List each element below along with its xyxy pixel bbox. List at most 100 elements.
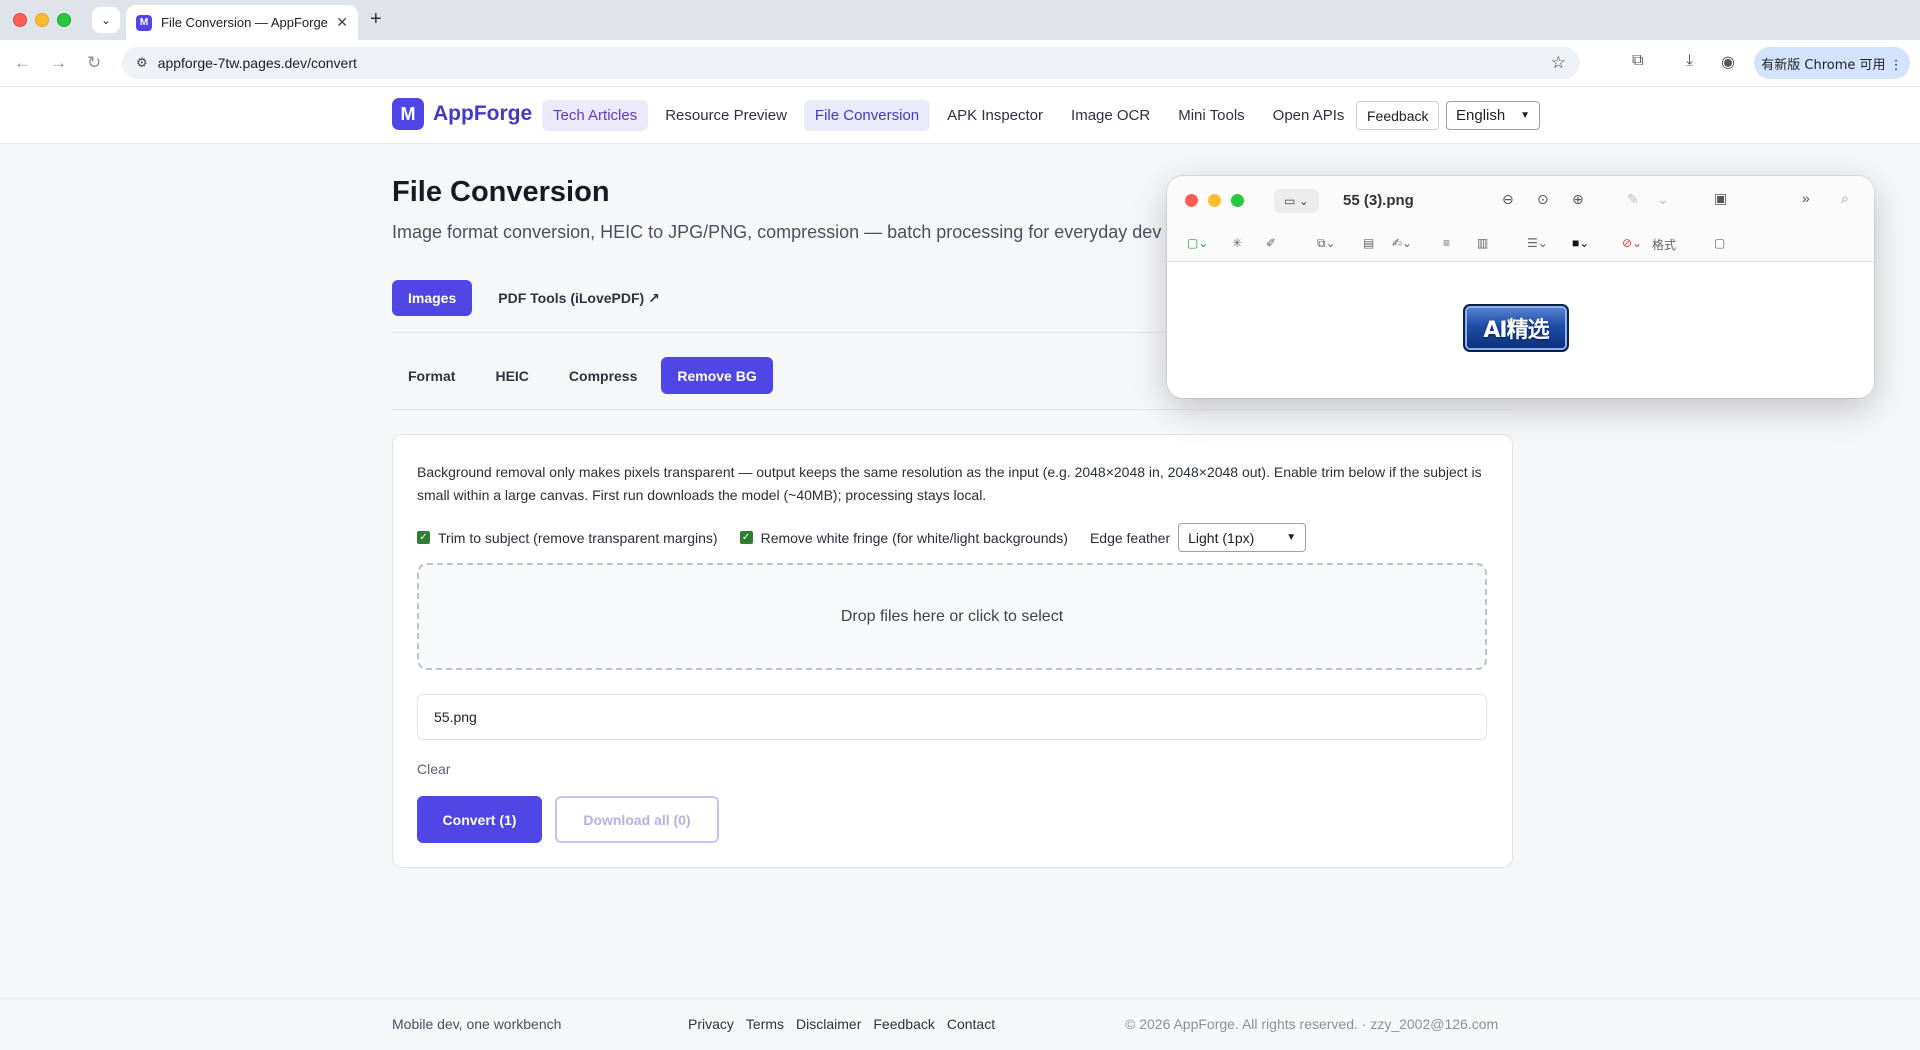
main-nav: Tech Articles Resource Preview File Conv… bbox=[542, 100, 1355, 131]
tab-search-chevron-icon[interactable]: ⌄ bbox=[92, 7, 120, 33]
nav-image-ocr[interactable]: Image OCR bbox=[1060, 100, 1161, 131]
window-minimize-button[interactable] bbox=[35, 13, 49, 27]
adjust-size-icon[interactable]: ▥ bbox=[1477, 236, 1488, 250]
zoom-fit-icon[interactable]: ⊙ bbox=[1537, 191, 1549, 208]
border-color-icon[interactable]: ■⌄ bbox=[1572, 236, 1589, 250]
preview-canvas: AI精选 bbox=[1167, 262, 1874, 398]
window-zoom-button[interactable] bbox=[57, 13, 71, 27]
trim-checkbox[interactable]: ✓ bbox=[417, 531, 430, 544]
text-style-button[interactable]: 格式 bbox=[1652, 236, 1676, 253]
text-box-icon[interactable]: ▤ bbox=[1363, 236, 1374, 250]
zoom-out-icon[interactable]: ⊖ bbox=[1502, 191, 1514, 208]
line-style-icon[interactable]: ☰⌄ bbox=[1527, 236, 1548, 250]
nav-resource-preview[interactable]: Resource Preview bbox=[654, 100, 798, 131]
language-select-value: English bbox=[1456, 107, 1506, 124]
selected-file-item: 55.png bbox=[417, 694, 1487, 740]
preview-title: 55 (3).png bbox=[1343, 192, 1414, 209]
site-header: M AppForge Tech Articles Resource Previe… bbox=[0, 87, 1920, 144]
chrome-update-button[interactable]: 有新版 Chrome 可用 ⋮ bbox=[1754, 47, 1910, 79]
fill-color-icon[interactable]: ⊘⌄ bbox=[1622, 236, 1642, 250]
image-adjust-icon[interactable]: ▣ bbox=[1714, 190, 1727, 207]
fringe-label: Remove white fringe (for white/light bac… bbox=[760, 529, 1068, 546]
convert-button[interactable]: Convert (1) bbox=[417, 796, 542, 843]
footer-tagline: Mobile dev, one workbench bbox=[392, 1016, 562, 1032]
more-tools-icon[interactable]: » bbox=[1802, 190, 1810, 206]
tab-close-icon[interactable]: ✕ bbox=[336, 14, 348, 31]
favicon-icon: M bbox=[136, 14, 152, 31]
subtab-compress[interactable]: Compress bbox=[553, 357, 653, 394]
sketch-icon[interactable]: ✐ bbox=[1266, 236, 1276, 250]
footer-link-contact[interactable]: Contact bbox=[947, 1016, 995, 1032]
search-icon[interactable]: ⌕ bbox=[1841, 190, 1849, 207]
reload-icon[interactable]: ↻ bbox=[87, 53, 101, 73]
back-arrow-icon[interactable]: ← bbox=[14, 53, 31, 73]
language-select[interactable]: English ▼ bbox=[1446, 101, 1540, 130]
site-info-icon[interactable]: ⚙ bbox=[136, 55, 148, 71]
subtab-heic[interactable]: HEIC bbox=[479, 357, 544, 394]
sidebar-toggle-icon[interactable]: ▭ ⌄ bbox=[1274, 189, 1319, 213]
url-omnibox[interactable]: ⚙ appforge-7tw.pages.dev/convert ☆ bbox=[122, 47, 1580, 79]
browser-address-bar: ← → ↻ ⚙ appforge-7tw.pages.dev/convert ☆… bbox=[0, 40, 1920, 87]
signature-icon[interactable]: ✍⌄ bbox=[1392, 236, 1412, 250]
tab-pdf-tools[interactable]: PDF Tools (iLovePDF) ↗ bbox=[482, 280, 676, 316]
header-feedback-button[interactable]: Feedback bbox=[1356, 101, 1440, 130]
fringe-checkbox[interactable]: ✓ bbox=[739, 531, 753, 544]
preview-close-button[interactable] bbox=[1185, 194, 1198, 207]
browser-tab-active[interactable]: M File Conversion — AppForge ✕ bbox=[126, 5, 358, 40]
subtab-divider bbox=[392, 409, 1512, 410]
preview-zoom-button[interactable] bbox=[1231, 194, 1244, 207]
nav-apk-inspector[interactable]: APK Inspector bbox=[936, 100, 1054, 131]
logo-text: AppForge bbox=[433, 102, 533, 125]
annotate-comment-icon[interactable]: ▢ bbox=[1714, 236, 1725, 250]
chevron-down-icon: ▼ bbox=[1520, 110, 1530, 121]
url-text: appforge-7tw.pages.dev/convert bbox=[157, 55, 357, 71]
preview-window: ▭ ⌄ 55 (3).png ⊖ ⊙ ⊕ ✎ ⌄ ▣ » ⌕ ▢⌄ ✳ ✐ ⧉⌄… bbox=[1167, 176, 1874, 398]
new-tab-plus-icon[interactable]: + bbox=[370, 8, 382, 31]
downloads-icon[interactable]: ⤓ bbox=[1686, 52, 1693, 70]
browser-tab-bar: ⌄ M File Conversion — AppForge ✕ + bbox=[0, 0, 1920, 40]
category-tabs: Images PDF Tools (iLovePDF) ↗ bbox=[392, 280, 676, 316]
footer-link-privacy[interactable]: Privacy bbox=[688, 1016, 734, 1032]
nav-open-apis[interactable]: Open APIs bbox=[1262, 100, 1356, 131]
adjust-color-icon[interactable]: ≡ bbox=[1443, 236, 1450, 250]
bookmark-star-icon[interactable]: ☆ bbox=[1551, 53, 1566, 73]
footer-link-disclaimer[interactable]: Disclaimer bbox=[796, 1016, 861, 1032]
remove-bg-description: Background removal only makes pixels tra… bbox=[417, 464, 1482, 503]
edge-feather-select[interactable]: Light (1px) ▼ bbox=[1178, 523, 1307, 552]
extensions-puzzle-icon[interactable]: ⧉ bbox=[1632, 52, 1643, 70]
selection-rect-icon[interactable]: ▢⌄ bbox=[1187, 236, 1208, 250]
subtab-remove-bg[interactable]: Remove BG bbox=[661, 357, 773, 394]
chevron-down-icon: ▼ bbox=[1286, 532, 1297, 543]
download-all-button[interactable]: Download all (0) bbox=[555, 796, 719, 843]
ai-badge-image: AI精选 bbox=[1463, 304, 1569, 352]
file-dropzone[interactable]: Drop files here or click to select bbox=[417, 563, 1487, 670]
footer-link-feedback[interactable]: Feedback bbox=[873, 1016, 934, 1032]
edge-feather-label: Edge feather bbox=[1089, 529, 1171, 546]
zoom-in-icon[interactable]: ⊕ bbox=[1572, 191, 1584, 208]
shapes-icon[interactable]: ⧉⌄ bbox=[1317, 236, 1336, 251]
markup-chevron-icon[interactable]: ⌄ bbox=[1657, 191, 1669, 208]
tab-images[interactable]: Images bbox=[392, 280, 473, 316]
markup-pen-icon[interactable]: ✎ bbox=[1627, 191, 1639, 208]
nav-mini-tools[interactable]: Mini Tools bbox=[1167, 100, 1255, 131]
footer-copyright: © 2026 AppForge. All rights reserved. · … bbox=[1125, 1016, 1499, 1032]
preview-toolbar: ▭ ⌄ 55 (3).png ⊖ ⊙ ⊕ ✎ ⌄ ▣ » ⌕ ▢⌄ ✳ ✐ ⧉⌄… bbox=[1167, 176, 1874, 262]
remove-bg-options: ✓ Trim to subject (remove transparent ma… bbox=[417, 523, 1307, 552]
footer-links: Privacy Terms Disclaimer Feedback Contac… bbox=[688, 1016, 995, 1032]
subtab-format[interactable]: Format bbox=[392, 357, 471, 394]
trim-label: Trim to subject (remove transparent marg… bbox=[438, 529, 718, 546]
site-footer: Mobile dev, one workbench Privacy Terms … bbox=[0, 998, 1920, 1050]
forward-arrow-icon[interactable]: → bbox=[50, 53, 67, 73]
page-subtitle: Image format conversion, HEIC to JPG/PNG… bbox=[392, 222, 1177, 242]
window-close-button[interactable] bbox=[13, 13, 27, 27]
site-logo[interactable]: M AppForge bbox=[392, 98, 532, 130]
nav-file-conversion[interactable]: File Conversion bbox=[803, 100, 931, 131]
tab-title: File Conversion — AppForge bbox=[161, 15, 328, 30]
preview-minimize-button[interactable] bbox=[1208, 194, 1221, 207]
nav-tech-articles[interactable]: Tech Articles bbox=[542, 100, 649, 131]
instant-alpha-icon[interactable]: ✳ bbox=[1232, 236, 1242, 250]
remove-bg-card: Background removal only makes pixels tra… bbox=[392, 434, 1513, 868]
clear-button[interactable]: Clear bbox=[417, 761, 450, 777]
profile-avatar-icon[interactable]: ◉ bbox=[1721, 52, 1735, 72]
footer-link-terms[interactable]: Terms bbox=[746, 1016, 784, 1032]
